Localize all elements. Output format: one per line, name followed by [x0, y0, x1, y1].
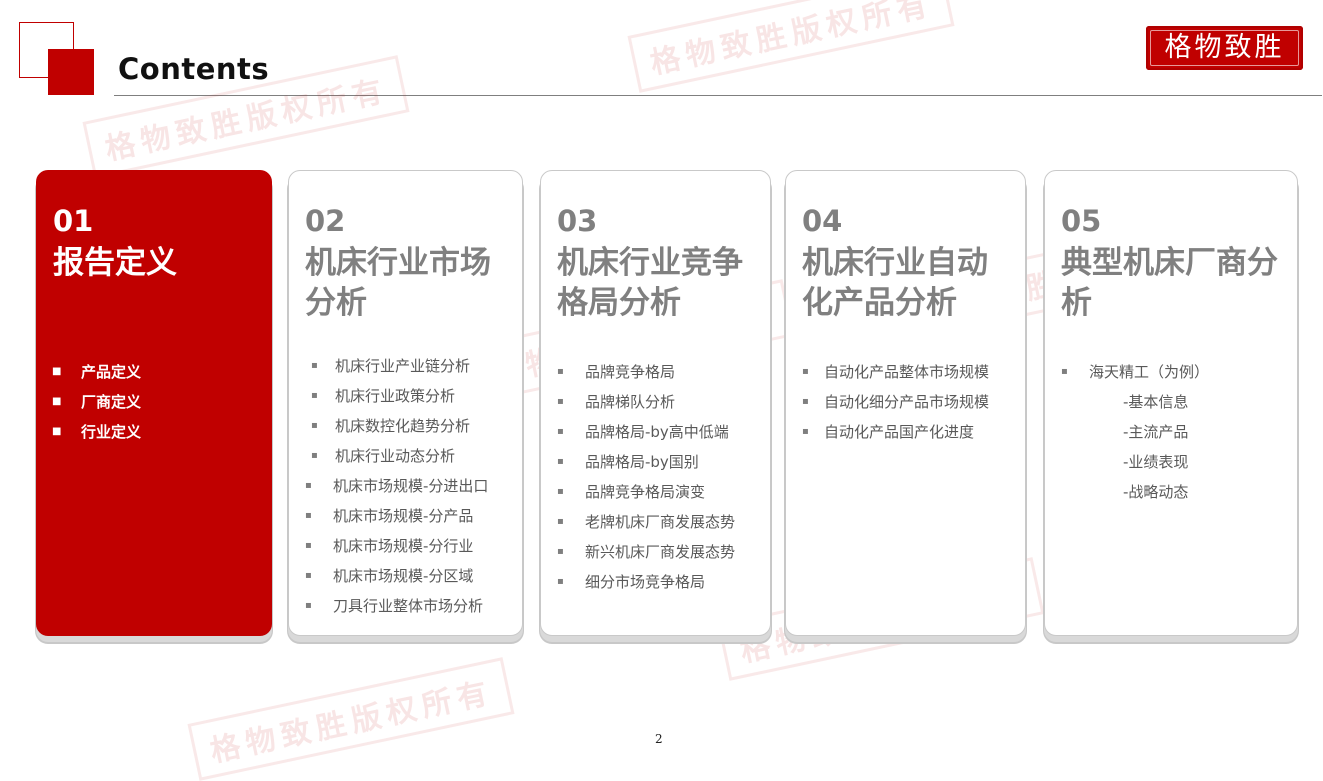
page-number: 2 [655, 732, 663, 746]
list-item: ▪ 机床市场规模-分行业 [289, 531, 522, 561]
section-number: 02 [305, 204, 346, 238]
bullet-icon: ▪ [557, 366, 564, 377]
bullet-icon: ■ [52, 396, 62, 407]
list-item: ▪ 刀具行业整体市场分析 [289, 591, 522, 621]
bullet-icon: ▪ [311, 420, 318, 431]
section-number: 05 [1061, 204, 1102, 238]
section-item-list: ▪ 品牌竞争格局 ▪ 品牌梯队分析 ▪ 品牌格局-by高中低端 ▪ 品牌格局-by国别 … [541, 357, 770, 597]
list-item: ▪ 新兴机床厂商发展态势 [541, 537, 770, 567]
bullet-icon: ■ [52, 366, 62, 377]
list-item: -主流产品 [1123, 423, 1189, 441]
brand-seal-logo: 格物致胜 [1146, 26, 1303, 70]
list-item: ▪ 机床市场规模-分产品 [289, 501, 522, 531]
section-title: 机床行业竞争格局分析 [557, 245, 743, 321]
list-item: ■ 厂商定义 [37, 387, 271, 417]
bullet-icon: ▪ [557, 546, 564, 557]
brand-seal-text: 格物致胜 [1150, 30, 1299, 66]
section-title: 机床行业市场分析 [305, 245, 491, 321]
section-card-03[interactable]: 03 机床行业竞争格局分析 ▪ 品牌竞争格局 ▪ 品牌梯队分析 ▪ 品牌格局-by高中… [540, 170, 771, 636]
list-item: -战略动态 [1123, 483, 1189, 501]
bullet-icon: ▪ [802, 396, 809, 407]
list-item: ▪ 细分市场竞争格局 [541, 567, 770, 597]
list-item: ▪ 自动化产品国产化进度 [786, 417, 1025, 447]
bullet-icon: ▪ [557, 456, 564, 467]
list-item: ▪ 自动化产品整体市场规模 [786, 357, 1025, 387]
list-item: ▪ 老牌机床厂商发展态势 [541, 507, 770, 537]
bullet-icon: ▪ [557, 576, 564, 587]
list-item: ▪ 品牌竞争格局演变 [541, 477, 770, 507]
list-item: ▪ 品牌竞争格局 [541, 357, 770, 387]
list-item: -业绩表现 [1123, 453, 1189, 471]
section-title: 典型机床厂商分析 [1061, 245, 1278, 321]
bullet-icon: ▪ [305, 510, 312, 521]
bullet-icon: ▪ [1061, 366, 1068, 377]
section-title: 报告定义 [53, 245, 177, 281]
list-item: ▪ 品牌格局-by国别 [541, 447, 770, 477]
list-item: ▪ 品牌格局-by高中低端 [541, 417, 770, 447]
bullet-icon: ■ [52, 426, 62, 437]
list-item: ■ 行业定义 [37, 417, 271, 447]
bullet-icon: ▪ [311, 360, 318, 371]
list-item: ▪ 机床行业产业链分析 [289, 351, 522, 381]
list-item: ▪ 机床市场规模-分进出口 [289, 471, 522, 501]
page-title: Contents [118, 52, 270, 86]
bullet-icon: ▪ [311, 450, 318, 461]
watermark: 格物致胜版权所有 [627, 0, 955, 93]
list-item: -基本信息 [1123, 393, 1189, 411]
watermark: 格物致胜版权所有 [187, 657, 515, 781]
bullet-icon: ▪ [557, 426, 564, 437]
section-item-list: ▪ 机床行业产业链分析 ▪ 机床行业政策分析 ▪ 机床数控化趋势分析 ▪ 机床行业动态分… [289, 351, 522, 621]
section-number: 03 [557, 204, 598, 238]
bullet-icon: ▪ [311, 390, 318, 401]
section-title: 机床行业自动化产品分析 [802, 245, 988, 321]
list-item: ▪ 机床行业政策分析 [289, 381, 522, 411]
section-number: 04 [802, 204, 843, 238]
bullet-icon: ▪ [557, 516, 564, 527]
section-card-02[interactable]: 02 机床行业市场分析 ▪ 机床行业产业链分析 ▪ 机床行业政策分析 ▪ 机床数控化趋… [288, 170, 523, 636]
list-item: ▪ 机床数控化趋势分析 [289, 411, 522, 441]
bullet-icon: ▪ [305, 600, 312, 611]
bullet-icon: ▪ [305, 540, 312, 551]
section-card-01[interactable]: 01 报告定义 ■ 产品定义 ■ 厂商定义 ■ 行业定义 [36, 170, 272, 636]
bullet-icon: ▪ [305, 570, 312, 581]
bullet-icon: ▪ [557, 486, 564, 497]
bullet-icon: ▪ [305, 480, 312, 491]
list-item: ▪ 海天精工（为例） [1045, 357, 1297, 387]
list-item: ▪ 自动化细分产品市场规模 [786, 387, 1025, 417]
section-card-04[interactable]: 04 机床行业自动化产品分析 ▪ 自动化产品整体市场规模 ▪ 自动化细分产品市场规模… [785, 170, 1026, 636]
bullet-icon: ▪ [802, 366, 809, 377]
section-item-list: ▪ 自动化产品整体市场规模 ▪ 自动化细分产品市场规模 ▪ 自动化产品国产化进度 [786, 357, 1025, 447]
bullet-icon: ▪ [557, 396, 564, 407]
section-item-list: ▪ 海天精工（为例） -基本信息 -主流产品 -业绩表现 -战略动态 [1045, 357, 1297, 507]
list-item: ▪ 品牌梯队分析 [541, 387, 770, 417]
list-item: ▪ 机床市场规模-分区域 [289, 561, 522, 591]
list-item: ■ 产品定义 [37, 357, 271, 387]
section-number: 01 [53, 204, 94, 238]
list-item: ▪ 机床行业动态分析 [289, 441, 522, 471]
corner-filled-square [48, 49, 94, 95]
bullet-icon: ▪ [802, 426, 809, 437]
section-card-05[interactable]: 05 典型机床厂商分析 ▪ 海天精工（为例） -基本信息 -主流产品 -业绩表现 … [1044, 170, 1298, 636]
section-item-list: ■ 产品定义 ■ 厂商定义 ■ 行业定义 [37, 357, 271, 447]
